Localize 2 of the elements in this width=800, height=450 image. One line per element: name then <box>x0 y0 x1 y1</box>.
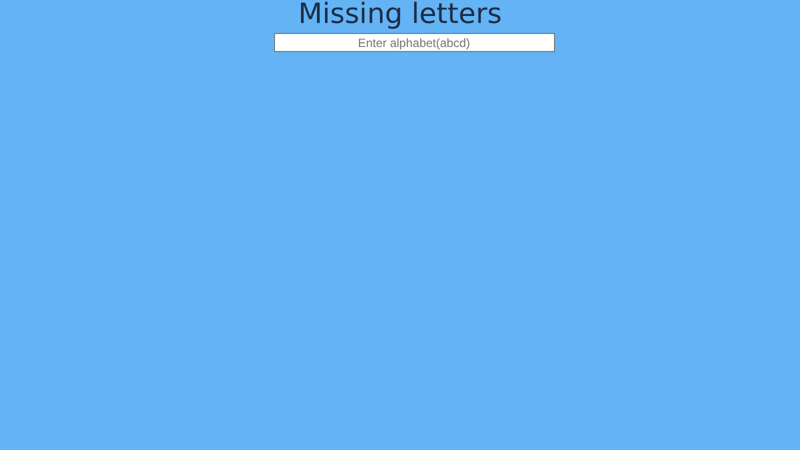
page-title: Missing letters <box>298 0 502 28</box>
alphabet-input-field[interactable]: Enter alphabet(abcd) <box>274 33 554 52</box>
